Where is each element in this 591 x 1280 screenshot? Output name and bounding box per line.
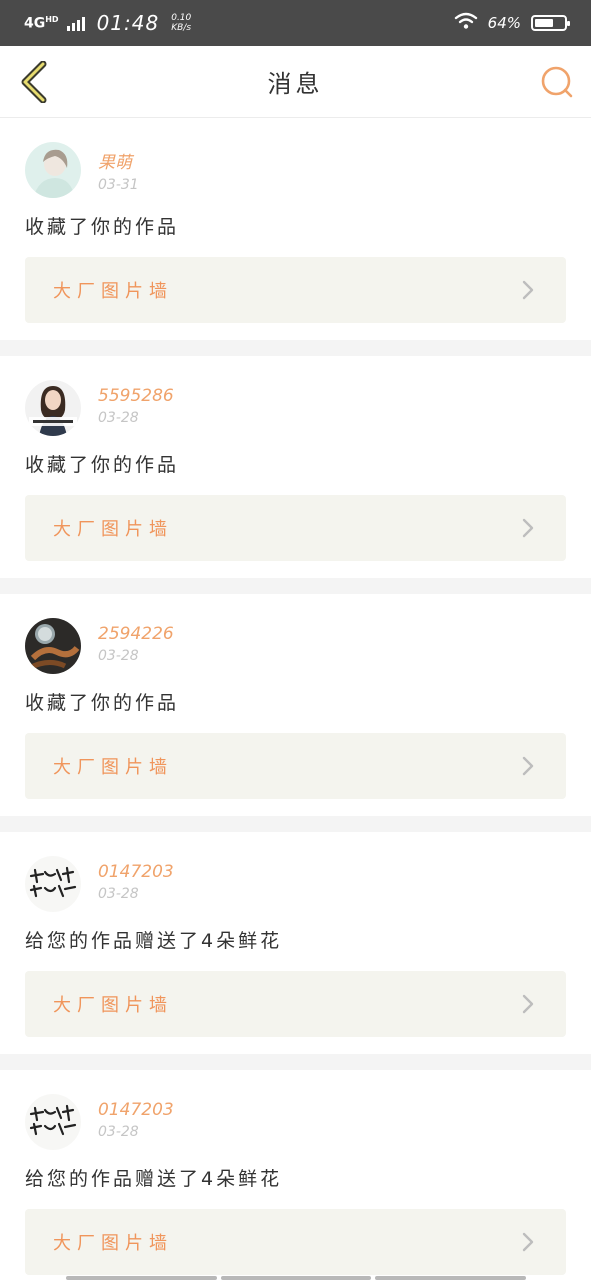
scroll-indicator [66,1276,527,1280]
message-card: 5595286 03-28 收藏了你的作品大厂图片墙 [0,356,591,578]
battery-percent: 64% [487,14,521,32]
username[interactable]: 0147203 [98,862,174,882]
work-link[interactable]: 大厂图片墙 [25,733,566,799]
message-card: 0147203 03-28 给您的作品赠送了4朵鲜花大厂图片墙 [0,832,591,1054]
chevron-left-icon [21,61,47,103]
card-divider [0,340,591,356]
message-meta: 0147203 03-28 [98,856,174,902]
page-title: 消息 [267,70,324,98]
message-meta: 果萌 03-31 [98,142,139,193]
chevron-right-icon [518,518,538,538]
network-hd-label: HD [45,14,59,24]
battery-fill [535,19,553,27]
work-title: 大厂图片墙 [53,1233,173,1254]
message-date: 03-28 [98,1124,139,1140]
nav-bar: 消息 [0,46,591,118]
work-title: 大厂图片墙 [53,757,173,778]
message-header: 2594226 03-28 [25,618,566,674]
message-list: 果萌 03-31 收藏了你的作品 大厂图片墙 5595286 03-28 收藏了你的作品 大厂… [0,118,591,1280]
chevron-right-icon [518,756,538,776]
speed-unit: KB/s [171,23,192,33]
card-divider [0,1054,591,1070]
message-header: 果萌 03-31 [25,142,566,198]
work-title: 大厂图片墙 [53,519,173,540]
username[interactable]: 5595286 [98,386,174,406]
message-text: 给您的作品赠送了4朵鲜花 [25,1168,283,1190]
network-label: 4G [24,15,46,32]
message-date: 03-31 [98,177,139,193]
battery-icon [531,15,570,31]
message-header: 5595286 03-28 [25,380,566,436]
clock: 01:48 [96,11,160,35]
search-button[interactable] [537,62,577,102]
card-divider [0,816,591,832]
message-meta: 5595286 03-28 [98,380,174,426]
message-date: 03-28 [98,648,139,664]
chevron-right-icon [518,280,538,300]
speed-value: 0.10 [171,13,192,23]
username[interactable]: 2594226 [98,624,174,644]
message-date: 03-28 [98,886,139,902]
card-divider [0,578,591,594]
chevron-right-icon [518,1232,538,1252]
work-link[interactable]: 大厂图片墙 [25,495,566,561]
message-card: 果萌 03-31 收藏了你的作品大厂图片墙 [0,118,591,340]
signal-icon [66,15,85,31]
avatar[interactable] [25,380,81,436]
message-text: 收藏了你的作品 [25,454,180,476]
message-meta: 0147203 03-28 [98,1094,174,1140]
message-date: 03-28 [98,410,139,426]
network-indicator: 4GHD [24,15,59,32]
back-button[interactable] [14,61,54,103]
message-meta: 2594226 03-28 [98,618,174,664]
work-link[interactable]: 大厂图片墙 [25,257,566,323]
message-header: 0147203 03-28 [25,856,566,912]
message-text: 收藏了你的作品 [25,216,180,238]
message-text: 给您的作品赠送了4朵鲜花 [25,930,283,952]
message-card: 2594226 03-28 收藏了你的作品大厂图片墙 [0,594,591,816]
username[interactable]: 0147203 [98,1100,174,1120]
message-text: 收藏了你的作品 [25,692,180,714]
username[interactable]: 果萌 [98,148,139,173]
avatar[interactable] [25,856,81,912]
message-header: 0147203 03-28 [25,1094,566,1150]
avatar[interactable] [25,142,81,198]
avatar[interactable] [25,1094,81,1150]
chevron-right-icon [518,994,538,1014]
message-card: 0147203 03-28 给您的作品赠送了4朵鲜花大厂图片墙 [0,1070,591,1280]
avatar[interactable] [25,618,81,674]
status-bar: 4GHD 01:48 0.10 KB/s 64% [0,0,591,46]
work-link[interactable]: 大厂图片墙 [25,971,566,1037]
wifi-icon [454,12,478,34]
work-title: 大厂图片墙 [53,995,173,1016]
work-link[interactable]: 大厂图片墙 [25,1209,566,1275]
network-speed: 0.10 KB/s [171,13,191,33]
search-icon [541,66,573,98]
work-title: 大厂图片墙 [53,281,173,302]
